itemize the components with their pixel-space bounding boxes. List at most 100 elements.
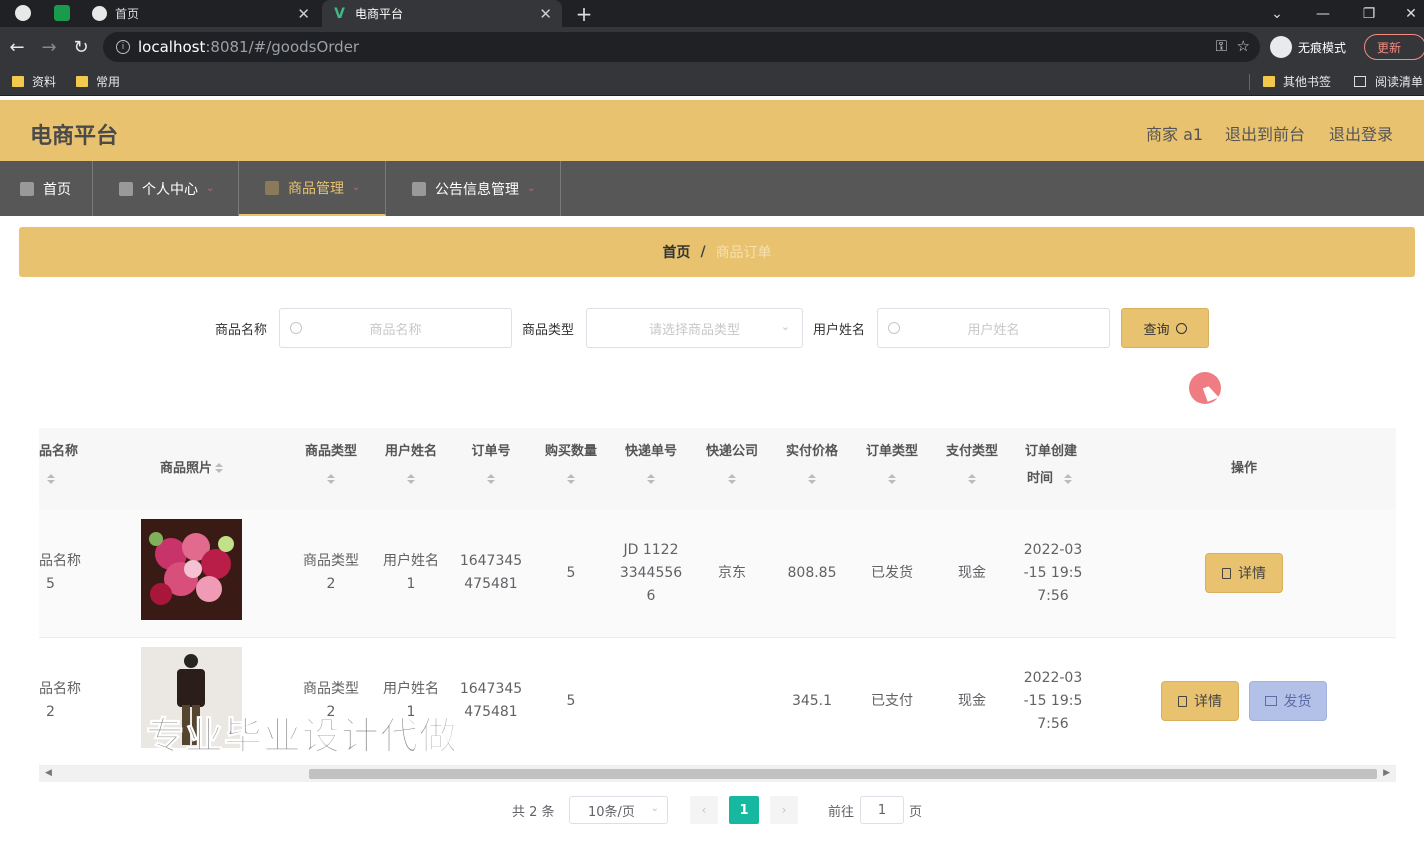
goods-type-label: 商品类型 xyxy=(522,323,575,338)
url-field[interactable]: i localhost :8081/#/goodsOrder ⚿ ☆ xyxy=(103,32,1260,62)
horizontal-scrollbar[interactable]: ◀ ▶ xyxy=(39,766,1396,782)
breadcrumb-separator: / xyxy=(700,244,706,260)
divider xyxy=(1249,74,1250,90)
table-header: 品名称 商品照片 商品类型 用户姓名 订单号 购买数量 快递单号 快递公司 实付… xyxy=(39,428,1396,510)
site-info-icon[interactable]: i xyxy=(116,40,130,54)
back-icon[interactable]: ← xyxy=(5,35,29,59)
reading-list[interactable]: 阅读清单 xyxy=(1354,73,1423,90)
close-icon[interactable]: ✕ xyxy=(539,5,552,23)
goto-suffix: 页 xyxy=(909,805,923,820)
header-label: 时间 xyxy=(1027,471,1054,486)
incognito-profile[interactable]: 无痕模式 xyxy=(1270,35,1346,59)
page-size-value: 10条/页 xyxy=(588,804,635,820)
detail-button[interactable]: 详情 xyxy=(1161,681,1239,721)
cell-created-time: 2022-03 -15 19:5 7:56 xyxy=(1017,667,1089,736)
cell-express-no: JD 1122 3344556 6 xyxy=(615,539,687,608)
sort-icon[interactable] xyxy=(47,474,55,484)
sort-icon[interactable] xyxy=(407,474,415,484)
sort-icon[interactable] xyxy=(647,474,655,484)
sort-icon[interactable] xyxy=(808,474,816,484)
cell-text: 7:56 xyxy=(1037,588,1069,604)
goto-page-input[interactable]: 1 xyxy=(860,796,904,824)
scroll-left-icon[interactable]: ◀ xyxy=(45,768,52,778)
cell-express-company: 京东 xyxy=(718,565,746,581)
cell-text: 3344556 xyxy=(619,565,683,581)
user-icon xyxy=(119,181,133,196)
col-created-time[interactable]: 订单创建 xyxy=(1025,438,1085,465)
page-number-current[interactable]: 1 xyxy=(729,796,759,824)
col-goods-name[interactable]: 品名称 xyxy=(39,438,79,465)
cell-user-name: 用户姓名 1 xyxy=(375,550,447,596)
cell-text: 475481 xyxy=(464,704,518,720)
cell-text: 6 xyxy=(646,588,656,604)
product-photo-flowers xyxy=(141,519,242,620)
menu-item-label: 商品管理 xyxy=(288,180,344,197)
col-goods-type[interactable]: 商品类型 xyxy=(295,438,367,465)
menu-item-notice[interactable]: 公告信息管理 ⌄ xyxy=(386,161,561,216)
app-favicon-icon[interactable] xyxy=(54,5,70,21)
other-bookmarks[interactable]: 其他书签 xyxy=(1263,73,1331,90)
new-tab-button[interactable]: + xyxy=(570,0,598,27)
sort-icon[interactable] xyxy=(968,474,976,484)
bookmark-folder[interactable]: 资料 xyxy=(12,73,56,90)
tab-home[interactable]: 首页 ✕ xyxy=(82,0,320,27)
menu-item-home[interactable]: 首页 xyxy=(0,161,93,216)
goto-label: 前往 xyxy=(828,805,855,820)
prev-page-button[interactable]: ‹ xyxy=(690,796,718,824)
chevron-down-icon: ⌄ xyxy=(206,183,215,194)
logout-link[interactable]: 退出登录 xyxy=(1329,121,1393,145)
chevron-down-icon: ⌄ xyxy=(352,182,361,193)
menu-item-goods[interactable]: 商品管理 ⌄ xyxy=(239,161,386,216)
close-icon[interactable]: ✕ xyxy=(297,5,310,23)
sort-icon[interactable] xyxy=(327,474,335,484)
col-price[interactable]: 实付价格 xyxy=(776,438,848,465)
cell-text: 用户姓名 xyxy=(383,681,439,697)
scrollbar-thumb[interactable] xyxy=(309,769,1377,779)
bookmark-folder[interactable]: 常用 xyxy=(76,73,120,90)
forward-icon[interactable]: → xyxy=(37,35,61,59)
menu-item-personal[interactable]: 个人中心 ⌄ xyxy=(93,161,239,216)
col-express-company[interactable]: 快递公司 xyxy=(696,438,768,465)
col-express-no[interactable]: 快递单号 xyxy=(615,438,687,465)
ship-button[interactable]: 发货 xyxy=(1249,681,1327,721)
cell-text: 2 xyxy=(326,576,336,592)
goods-type-select[interactable]: 请选择商品类型 ⌄ xyxy=(586,308,803,348)
tab-search-icon[interactable]: ⌄ xyxy=(1254,0,1300,27)
ship-label: 发货 xyxy=(1283,694,1312,710)
col-order-type[interactable]: 订单类型 xyxy=(856,438,928,465)
window-close-button[interactable]: ✕ xyxy=(1388,0,1424,27)
cell-goods-name: 品名称 2 xyxy=(39,678,84,724)
col-order-no[interactable]: 订单号 xyxy=(455,438,527,465)
user-name-input[interactable]: 用户姓名 xyxy=(877,308,1110,348)
col-user-name[interactable]: 用户姓名 xyxy=(375,438,447,465)
cell-text: 品名称 xyxy=(39,553,81,569)
update-button[interactable]: 更新 xyxy=(1364,34,1424,60)
cell-text: 用户姓名 xyxy=(383,553,439,569)
scroll-right-icon[interactable]: ▶ xyxy=(1383,768,1390,778)
exit-to-front-link[interactable]: 退出到前台 xyxy=(1225,121,1305,145)
sort-icon[interactable] xyxy=(215,463,223,473)
sort-icon[interactable] xyxy=(1064,474,1072,484)
detail-button[interactable]: 详情 xyxy=(1205,553,1283,593)
sort-icon[interactable] xyxy=(567,474,575,484)
col-pay-type[interactable]: 支付类型 xyxy=(936,438,1008,465)
query-button[interactable]: 查询 xyxy=(1121,308,1209,348)
reload-icon[interactable]: ↻ xyxy=(69,35,93,59)
sort-icon[interactable] xyxy=(888,474,896,484)
detail-label: 详情 xyxy=(1238,566,1266,582)
goods-name-input[interactable]: 商品名称 xyxy=(279,308,512,348)
chrome-menu-icon[interactable] xyxy=(15,5,31,21)
col-quantity[interactable]: 购买数量 xyxy=(535,438,607,465)
next-page-button[interactable]: › xyxy=(770,796,798,824)
app-header: 电商平台 商家 a1 退出到前台 退出登录 xyxy=(0,100,1424,161)
tab-shop[interactable]: V 电商平台 ✕ xyxy=(322,0,562,27)
breadcrumb-home[interactable]: 首页 xyxy=(662,242,690,262)
sort-icon[interactable] xyxy=(487,474,495,484)
minimize-button[interactable]: — xyxy=(1300,0,1346,27)
key-star-icons[interactable]: ⚿ ☆ xyxy=(1216,37,1250,55)
breadcrumb: 首页 / 商品订单 xyxy=(19,227,1415,277)
page-size-select[interactable]: 10条/页 ⌄ xyxy=(569,796,668,824)
header-label: 订单号 xyxy=(471,444,511,459)
restore-button[interactable]: ❐ xyxy=(1346,0,1392,27)
sort-icon[interactable] xyxy=(728,474,736,484)
